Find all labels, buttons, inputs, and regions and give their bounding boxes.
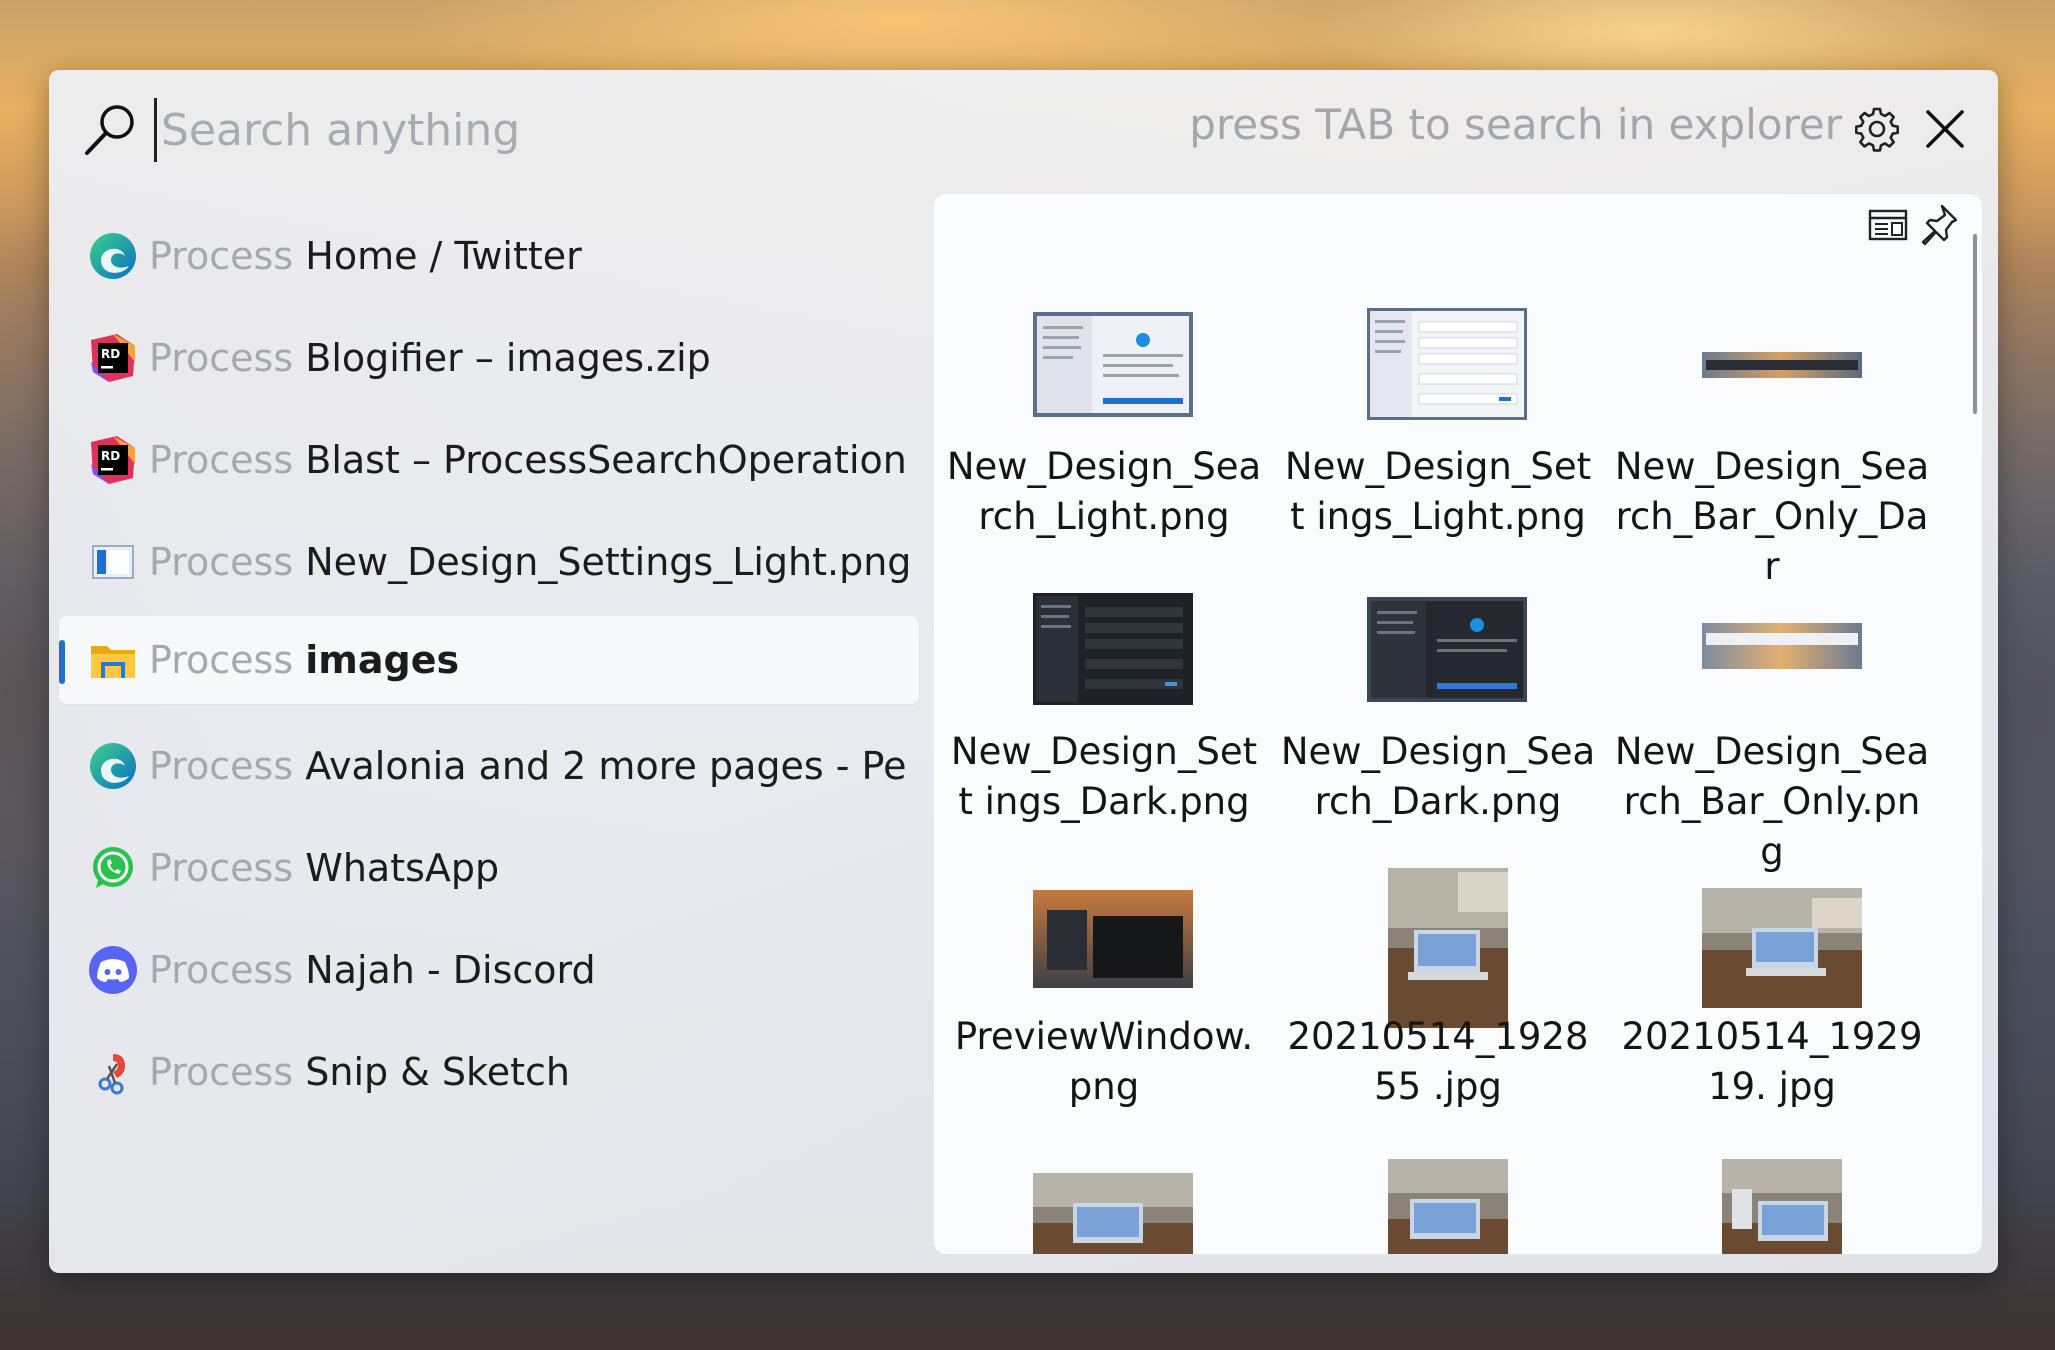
- result-title: Avalonia and 2 more pages - Personal: [305, 744, 909, 788]
- pin-icon[interactable]: [1920, 202, 1960, 246]
- file-thumbnail: [1702, 623, 1862, 669]
- file-thumbnail: [1388, 868, 1508, 1028]
- file-name: 20210514_192855 .jpg: [1287, 1015, 1589, 1108]
- result-title: WhatsApp: [305, 846, 500, 890]
- gear-icon[interactable]: [1854, 106, 1900, 152]
- file-name: New_Design_Sea rch_Light.png: [946, 445, 1262, 538]
- selection-indicator: [59, 640, 65, 684]
- file-name: New_Design_Sett ings_Dark.png: [950, 730, 1258, 823]
- close-icon[interactable]: [1920, 104, 1970, 154]
- file-thumbnail: [1722, 1159, 1842, 1254]
- result-title: Blogifier – images.zip: [305, 336, 711, 380]
- preview-toggle-icon[interactable]: [1868, 208, 1908, 242]
- result-item-snip-sketch[interactable]: Process Snip & Sketch: [59, 1021, 919, 1123]
- file-name: PreviewWindow. png: [954, 1015, 1254, 1108]
- result-kind: Process: [149, 336, 294, 380]
- result-kind: Process: [149, 744, 294, 788]
- result-kind: Process: [149, 234, 294, 278]
- file-name: New_Design_Sea rch_Bar_Only_Dar: [1614, 445, 1930, 588]
- search-window: press TAB to search in explorer Process …: [49, 70, 1998, 1273]
- svg-text:RD: RD: [101, 347, 120, 361]
- rider-icon: RD: [91, 334, 135, 382]
- search-input[interactable]: [159, 92, 1161, 168]
- file-name: 20210514_192919. jpg: [1621, 1015, 1923, 1108]
- result-kind: Process: [149, 846, 294, 890]
- result-kind: Process: [149, 540, 294, 584]
- result-item-discord[interactable]: Process Najah - Discord: [59, 919, 919, 1021]
- file-thumbnail: [1367, 308, 1527, 420]
- file-thumbnail: [1702, 888, 1862, 1008]
- whatsapp-icon: [93, 847, 133, 888]
- result-item-whatsapp[interactable]: Process WhatsApp: [59, 817, 919, 919]
- result-title: New_Design_Settings_Light.png - Phc: [305, 540, 909, 584]
- result-kind: Process: [149, 948, 294, 992]
- result-kind: Process: [149, 438, 294, 482]
- result-title: Snip & Sketch: [305, 1050, 570, 1094]
- result-kind: Process: [149, 638, 294, 682]
- rider-icon: RD: [91, 436, 135, 484]
- result-item-images[interactable]: Process images: [59, 616, 919, 704]
- file-name: New_Design_Sea rch_Dark.png: [1280, 730, 1596, 823]
- folder-icon: [91, 646, 135, 678]
- photos-icon: [92, 545, 134, 579]
- result-title: Home / Twitter: [305, 234, 582, 278]
- text-caret: [154, 98, 157, 162]
- tab-hint: press TAB to search in explorer: [1189, 100, 1842, 149]
- result-item-photos[interactable]: Process New_Design_Settings_Light.png - …: [59, 511, 919, 613]
- file-thumbnail: [1033, 593, 1193, 705]
- svg-text:RD: RD: [101, 449, 120, 463]
- result-item-blogifier[interactable]: RD Process Blogifier – images.zip: [59, 307, 919, 409]
- file-thumbnail: [1702, 352, 1862, 378]
- search-icon: [85, 105, 134, 155]
- file-thumbnail: [1033, 1173, 1193, 1254]
- result-title: Najah - Discord: [305, 948, 596, 992]
- preview-scrollbar[interactable]: [1973, 234, 1977, 414]
- file-thumbnail: [1033, 312, 1193, 417]
- file-name: New_Design_Sett ings_Light.png: [1284, 445, 1592, 538]
- result-item-avalonia[interactable]: Process Avalonia and 2 more pages - Pers…: [59, 715, 919, 817]
- results-list: Process Home / Twitter RD Process Blogif…: [49, 205, 919, 1123]
- snip-sketch-icon: [98, 1054, 125, 1095]
- result-title: Blast – ProcessSearchOperation.cs: [305, 438, 909, 482]
- result-item-blast[interactable]: RD Process Blast – ProcessSearchOperatio…: [59, 409, 919, 511]
- result-title: images: [305, 638, 460, 682]
- file-thumbnail: [1367, 597, 1527, 702]
- preview-pane[interactable]: New_Design_Sea rch_Light.png New_Design_…: [934, 194, 1982, 1254]
- edge-icon: [90, 743, 136, 789]
- file-name: New_Design_Sea rch_Bar_Only.png: [1614, 730, 1930, 873]
- discord-icon: [89, 946, 137, 994]
- file-thumbnail: [1033, 890, 1193, 988]
- result-kind: Process: [149, 1050, 294, 1094]
- result-item-twitter[interactable]: Process Home / Twitter: [59, 205, 919, 307]
- edge-icon: [90, 233, 136, 279]
- file-thumbnail: [1388, 1159, 1508, 1254]
